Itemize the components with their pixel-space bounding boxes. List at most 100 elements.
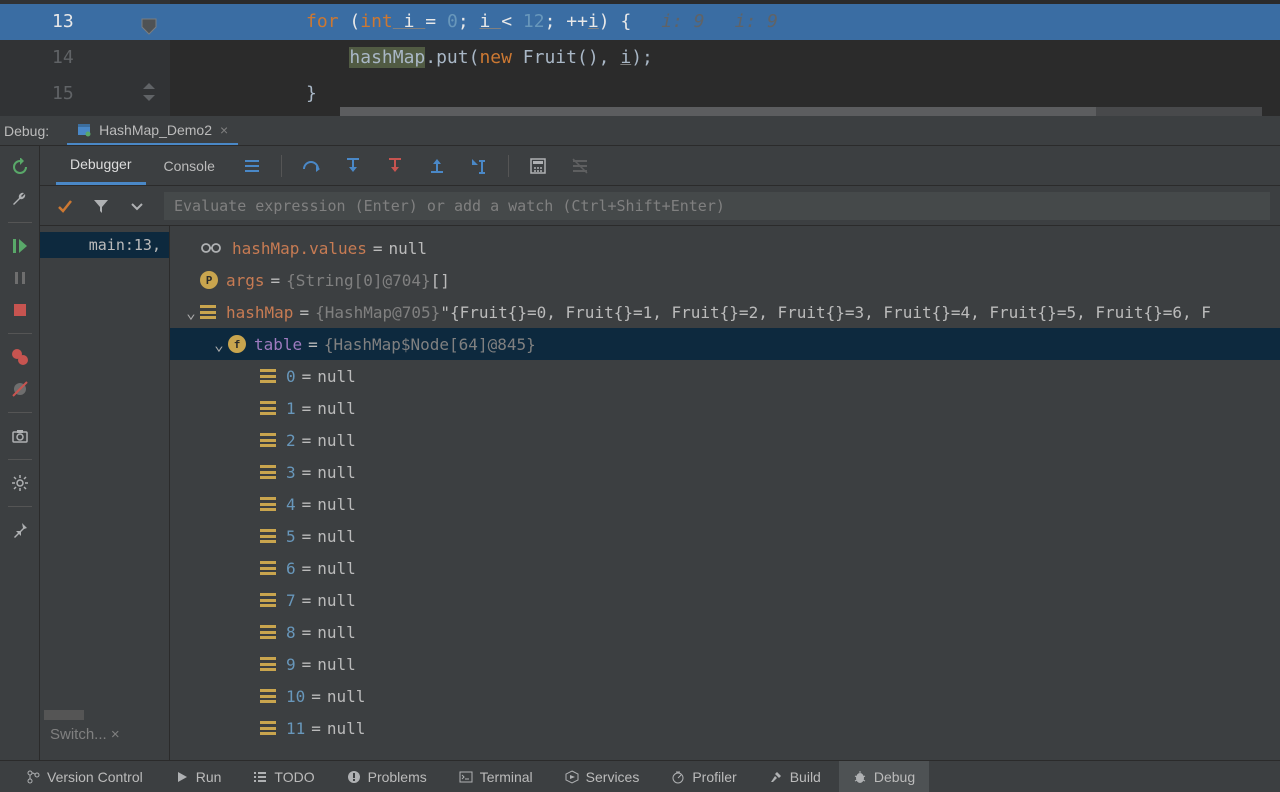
bug-icon (853, 770, 867, 784)
tool-debug[interactable]: Debug (839, 761, 929, 792)
tool-profiler[interactable]: Profiler (657, 761, 750, 792)
line-number: 15 (0, 76, 170, 112)
stack-frame[interactable]: main:13, (40, 232, 169, 258)
array-item-icon (260, 529, 276, 543)
code-editor[interactable]: 13 14 15 for (int i = 0; i < 12; ++i) {i… (0, 0, 1280, 116)
array-item-icon (260, 721, 276, 735)
array-item-icon (260, 401, 276, 415)
array-entry-row[interactable]: 8 = null (170, 616, 1280, 648)
array-entry-row[interactable]: 5 = null (170, 520, 1280, 552)
horizontal-scrollbar[interactable] (340, 107, 1262, 116)
close-icon[interactable]: × (111, 726, 120, 743)
tool-todo[interactable]: TODO (239, 761, 328, 792)
check-icon[interactable] (56, 197, 74, 215)
list-icon (253, 770, 267, 784)
chevron-down-icon[interactable] (128, 197, 146, 215)
tool-build[interactable]: Build (755, 761, 835, 792)
pin-icon[interactable] (11, 521, 29, 539)
watch-icon (200, 239, 222, 258)
breakpoint-marker-icon (140, 12, 158, 30)
debug-left-toolbar (0, 146, 40, 760)
wrench-icon[interactable] (11, 190, 29, 208)
code-line[interactable]: for (int i = 0; i < 12; ++i) {i: 9i: 9 (170, 4, 1280, 40)
tool-run[interactable]: Run (161, 761, 236, 792)
array-entry-row[interactable]: 2 = null (170, 424, 1280, 456)
variable-row[interactable]: ⌄ f table = {HashMap$Node[64]@845} (170, 328, 1280, 360)
pause-icon[interactable] (11, 269, 29, 287)
view-breakpoints-icon[interactable] (11, 348, 29, 366)
array-entry-row[interactable]: 11 = null (170, 712, 1280, 744)
evaluate-expression-input[interactable]: Evaluate expression (Enter) or add a wat… (164, 192, 1270, 220)
array-entry-row[interactable]: 3 = null (170, 456, 1280, 488)
run-to-cursor-icon[interactable] (470, 157, 488, 175)
bottom-tool-bar: Version Control Run TODO Problems Termin… (0, 760, 1280, 792)
step-over-icon[interactable] (302, 157, 320, 175)
profiler-icon (671, 770, 685, 784)
step-into-icon[interactable] (344, 157, 362, 175)
code-line[interactable]: hashMap.put(new Fruit(), i); (170, 40, 1280, 76)
line-number: 13 (0, 4, 170, 40)
tool-version-control[interactable]: Version Control (12, 761, 157, 792)
editor-lines[interactable]: for (int i = 0; i < 12; ++i) {i: 9i: 9 h… (170, 0, 1280, 116)
fold-marker-icon[interactable] (140, 78, 158, 96)
scrollbar-thumb[interactable] (340, 107, 1096, 116)
inline-hint: i: 9 (735, 11, 778, 32)
resume-icon[interactable] (11, 237, 29, 255)
separator (8, 222, 32, 223)
array-item-icon (260, 657, 276, 671)
force-step-into-icon[interactable] (386, 157, 404, 175)
separator (508, 155, 509, 177)
tool-terminal[interactable]: Terminal (445, 761, 547, 792)
variable-row[interactable]: P args = {String[0]@704} [] (170, 264, 1280, 296)
line-number: 14 (0, 40, 170, 76)
debug-panel: Debugger Console Evaluate expression (En… (40, 146, 1280, 760)
tab-console[interactable]: Console (150, 146, 229, 185)
threads-icon[interactable] (243, 157, 261, 175)
field-icon: f (228, 335, 246, 353)
terminal-icon (459, 770, 473, 784)
watch-row[interactable]: hashMap.values = null (170, 232, 1280, 264)
switch-layout[interactable]: Switch... × (40, 706, 164, 756)
array-item-icon (260, 689, 276, 703)
mute-breakpoints-icon[interactable] (11, 380, 29, 398)
debug-label: Debug: (4, 123, 49, 139)
array-entry-row[interactable]: 6 = null (170, 552, 1280, 584)
warning-icon (347, 770, 361, 784)
application-icon (77, 123, 91, 137)
array-item-icon (260, 433, 276, 447)
chevron-down-icon[interactable]: ⌄ (210, 335, 228, 354)
trace-icon[interactable] (571, 157, 589, 175)
settings-icon[interactable] (11, 474, 29, 492)
array-item-icon (260, 465, 276, 479)
branch-icon (26, 770, 40, 784)
services-icon (565, 770, 579, 784)
frames-panel[interactable]: main:13, (40, 226, 170, 760)
array-item-icon (260, 625, 276, 639)
evaluate-icon[interactable] (529, 157, 547, 175)
variables-panel[interactable]: hashMap.values = null P args = {String[0… (170, 226, 1280, 760)
filter-icon[interactable] (92, 197, 110, 215)
tool-services[interactable]: Services (551, 761, 654, 792)
array-entry-row[interactable]: 1 = null (170, 392, 1280, 424)
close-icon[interactable]: × (220, 122, 228, 138)
camera-icon[interactable] (11, 427, 29, 445)
run-config-tab[interactable]: HashMap_Demo2 × (67, 116, 238, 145)
tab-debugger[interactable]: Debugger (56, 146, 146, 185)
chevron-down-icon[interactable]: ⌄ (182, 303, 200, 322)
stop-icon[interactable] (11, 301, 29, 319)
hammer-icon (769, 770, 783, 784)
rerun-icon[interactable] (11, 158, 29, 176)
array-entry-row[interactable]: 10 = null (170, 680, 1280, 712)
array-entry-row[interactable]: 7 = null (170, 584, 1280, 616)
debug-toolwindow-header: Debug: HashMap_Demo2 × (0, 116, 1280, 146)
drag-handle-icon[interactable] (44, 710, 84, 720)
array-entry-row[interactable]: 0 = null (170, 360, 1280, 392)
step-out-icon[interactable] (428, 157, 446, 175)
separator (8, 412, 32, 413)
array-entry-row[interactable]: 4 = null (170, 488, 1280, 520)
separator (8, 459, 32, 460)
array-entry-row[interactable]: 9 = null (170, 648, 1280, 680)
tool-problems[interactable]: Problems (333, 761, 441, 792)
separator (8, 333, 32, 334)
variable-row[interactable]: ⌄ hashMap = {HashMap@705} "{Fruit{}=0, F… (170, 296, 1280, 328)
